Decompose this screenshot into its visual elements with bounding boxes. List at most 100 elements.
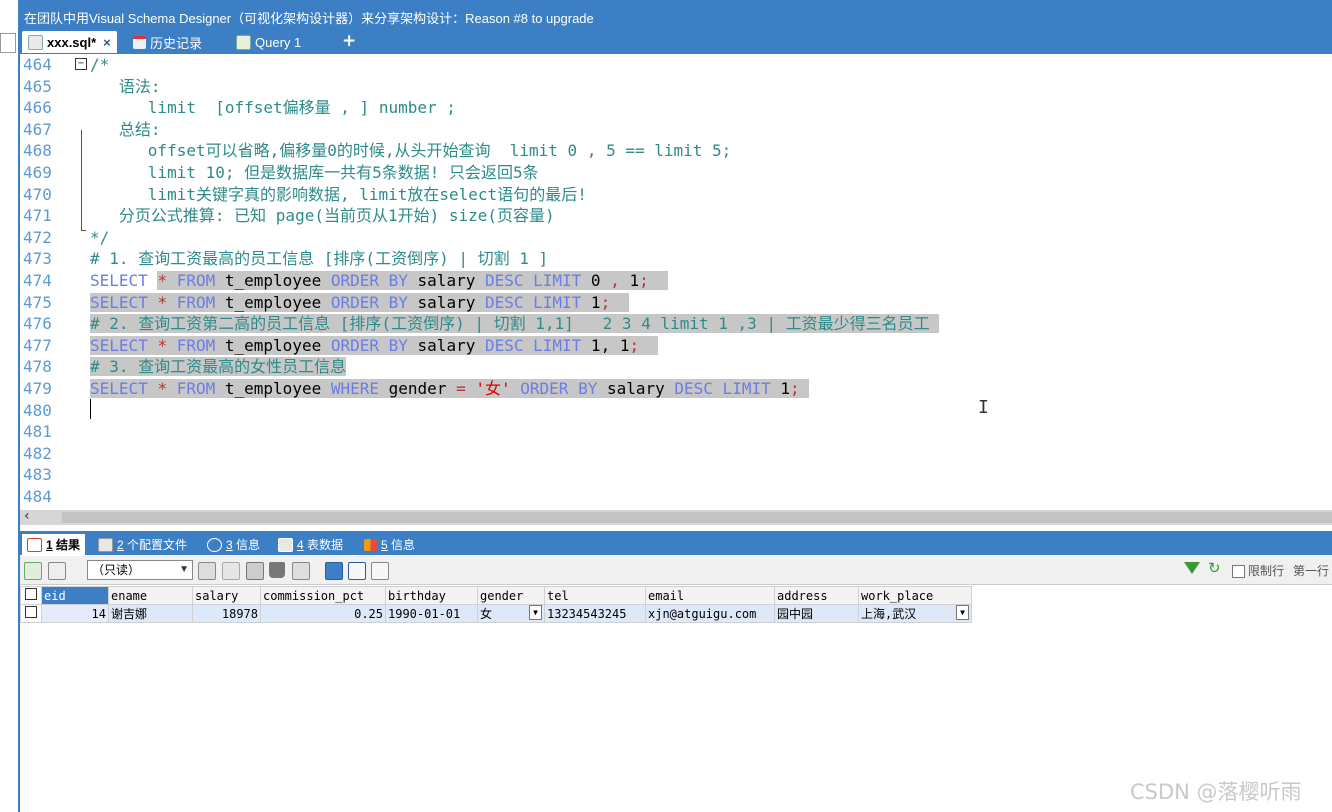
tab-info[interactable]: 3 信息 <box>207 534 260 555</box>
line-number: 465 <box>23 76 52 96</box>
scrollbar-thumb[interactable] <box>62 512 1332 523</box>
code-text: SELECT * FROM t_employee ORDER BY salary… <box>90 270 669 292</box>
insert-row-icon[interactable] <box>198 562 216 580</box>
code-token: # 3. 查询工资最高的女性员工信息 <box>90 357 347 377</box>
line-number: 478 <box>23 357 52 377</box>
filter-icon[interactable] <box>1184 562 1200 574</box>
line-number: 474 <box>23 271 52 290</box>
sql-editor[interactable]: − I 464 /* 465 语法: 466 limit [offset偏移量 , ]… <box>20 54 1332 510</box>
grid-options-icon[interactable] <box>48 562 66 580</box>
column-header-ename[interactable]: ename <box>108 586 193 605</box>
column-header-work-place[interactable]: work_place <box>858 586 972 605</box>
query-icon <box>236 34 251 50</box>
side-panel-checkbox[interactable] <box>0 33 16 53</box>
close-icon[interactable]: × <box>103 35 111 50</box>
line-number: 470 <box>23 184 52 204</box>
code-text: # 2. 查询工资第二高的员工信息 [排序(工资倒序) | 切割 1,1] 2 … <box>90 313 940 335</box>
column-header-commission-pct[interactable]: commission_pct <box>260 586 386 605</box>
select-all-checkbox[interactable] <box>20 586 42 605</box>
column-header-tel[interactable]: tel <box>544 586 646 605</box>
line-number: 475 <box>23 292 52 312</box>
form-view-icon[interactable] <box>348 562 366 580</box>
grid-view-icon[interactable] <box>325 562 343 580</box>
result-toolbar: （只读） ▼ ↻ 限制行 第一行 <box>20 556 1332 585</box>
refresh-data-icon[interactable] <box>292 562 310 580</box>
code-token: ; <box>639 271 649 290</box>
code-token: 1, 1 <box>581 335 630 355</box>
delete-icon[interactable] <box>269 562 285 578</box>
tab-profiles[interactable]: 2 个配置文件 <box>98 534 187 555</box>
code-token: DESC LIMIT <box>484 271 582 290</box>
cell-eid[interactable]: 14 <box>41 604 109 623</box>
tab-info-2[interactable]: 5 信息 <box>364 534 415 555</box>
line-number: 467 <box>23 119 52 139</box>
code-text: limit关键字真的影响数据, limit放在select语句的最后! <box>90 184 587 206</box>
result-table: eid ename salary commission_pct birthday… <box>20 586 972 623</box>
dropdown-arrow-icon[interactable]: ▼ <box>529 605 542 620</box>
code-token: limit 10; 但是数据库一共有5条数据! 只会返回5条 <box>90 163 539 182</box>
code-token: DESC LIMIT <box>674 379 771 398</box>
scroll-left-icon[interactable]: ‹ <box>24 508 30 524</box>
column-header-email[interactable]: email <box>645 586 775 605</box>
line-number: 479 <box>23 379 52 398</box>
chevron-down-icon: ▼ <box>179 564 189 575</box>
tab-results[interactable]: 1 结果 <box>22 534 86 555</box>
tab-label: Query 1 <box>255 34 302 50</box>
row-checkbox[interactable] <box>20 604 42 623</box>
code-token: */ <box>90 227 110 247</box>
code-token: FROM <box>167 271 216 290</box>
column-header-eid[interactable]: eid <box>41 586 109 605</box>
cell-address[interactable]: 园中园 <box>774 604 859 623</box>
code-token: * <box>157 292 168 312</box>
info-icon <box>207 537 222 552</box>
tab-number: 5 <box>381 538 388 552</box>
export-icon[interactable] <box>24 562 42 580</box>
new-tab-button[interactable]: + <box>342 31 356 51</box>
cell-work-place[interactable]: 上海,武汉 ▼ <box>858 604 972 623</box>
code-text: limit [offset偏移量 , ] number ; <box>90 97 456 119</box>
column-header-address[interactable]: address <box>774 586 859 605</box>
info-bars-icon <box>364 538 377 551</box>
tab-number: 1 <box>46 538 53 552</box>
tab-xxx-sql[interactable]: xxx.sql* × <box>22 31 117 53</box>
cell-commission-pct[interactable]: 0.25 <box>260 604 386 623</box>
code-token: ; <box>789 379 800 398</box>
line-number: 469 <box>23 163 52 182</box>
fold-toggle-icon[interactable]: − <box>75 58 87 70</box>
code-token: # 1. 查询工资最高的员工信息 [排序(工资倒序) | 切割 1 ] <box>90 249 549 269</box>
code-text: offset可以省略,偏移量0的时候,从头开始查询 limit 0 , 5 ==… <box>90 140 732 162</box>
fold-guide-end <box>81 230 86 231</box>
code-token: FROM <box>167 292 216 312</box>
limit-rows-toggle[interactable]: 限制行 <box>1232 562 1284 579</box>
cell-birthday[interactable]: 1990-01-01 <box>385 604 478 623</box>
cell-salary[interactable]: 18978 <box>192 604 261 623</box>
duplicate-row-icon[interactable] <box>222 562 240 580</box>
refresh-icon[interactable]: ↻ <box>1208 559 1221 577</box>
result-tabs-bar: 1 结果 2 个配置文件 3 信息 4 表数据 5 信息 <box>20 531 1332 555</box>
tab-label: 信息 <box>232 538 261 552</box>
code-token: t_employee <box>215 271 331 290</box>
limit-rows-checkbox[interactable] <box>1232 565 1245 579</box>
code-token: WHERE <box>330 379 380 398</box>
cell-ename[interactable]: 谢吉娜 <box>108 604 193 623</box>
save-icon[interactable] <box>246 562 264 580</box>
code-token: ORDER BY <box>520 379 598 398</box>
horizontal-scrollbar[interactable]: ‹ <box>20 508 1332 525</box>
table-row[interactable]: 14 谢吉娜 18978 0.25 1990-01-01 女 ▼ 13234543… <box>20 604 972 623</box>
dropdown-arrow-icon[interactable]: ▼ <box>956 605 969 620</box>
tab-table-data[interactable]: 4 表数据 <box>278 534 343 555</box>
column-header-salary[interactable]: salary <box>192 586 261 605</box>
cell-gender[interactable]: 女 ▼ <box>477 604 545 623</box>
limit-rows-label: 限制行 <box>1248 564 1285 578</box>
column-header-birthday[interactable]: birthday <box>385 586 478 605</box>
column-header-gender[interactable]: gender <box>477 586 545 605</box>
text-view-icon[interactable] <box>371 562 389 580</box>
code-token: offset可以省略,偏移量0的时候,从头开始查询 limit 0 , 5 ==… <box>90 141 732 161</box>
tab-label: 表数据 <box>303 538 344 552</box>
cell-email[interactable]: xjn@atguigu.com <box>645 604 775 623</box>
tab-history[interactable]: 历史记录 <box>133 31 202 53</box>
text-caret <box>90 399 91 419</box>
tab-query-1[interactable]: Query 1 <box>236 31 301 53</box>
cell-tel[interactable]: 13234543245 <box>544 604 646 623</box>
readonly-select[interactable]: （只读） ▼ <box>87 560 193 580</box>
